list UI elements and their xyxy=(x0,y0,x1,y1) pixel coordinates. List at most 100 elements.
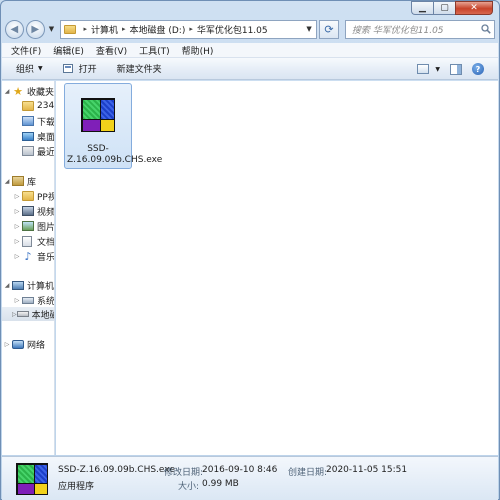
system-drive-icon xyxy=(22,296,34,304)
chevron-right-icon[interactable]: ▷ xyxy=(12,297,22,304)
refresh-icon: ⟳ xyxy=(324,22,334,36)
ssd-z-app-icon xyxy=(81,98,115,132)
chevron-right-icon[interactable]: ▷ xyxy=(12,193,22,200)
view-controls: ▼ ? xyxy=(417,63,484,75)
details-filename: SSD-Z.16.09.09b.CHS.exe xyxy=(58,465,175,475)
tree-drive-d[interactable]: ▷ 本地磁盘 (D:) xyxy=(2,307,54,321)
breadcrumb-current-folder[interactable]: 华军优化包11.05 xyxy=(197,23,268,36)
view-options-dropdown[interactable]: ▼ xyxy=(435,66,440,73)
details-modified-label: 修改日期: xyxy=(164,468,204,478)
open-button[interactable]: 打开 xyxy=(62,62,97,75)
menu-tools[interactable]: 工具(T) xyxy=(139,44,170,57)
menu-edit[interactable]: 编辑(E) xyxy=(53,44,84,57)
ssd-z-app-icon xyxy=(16,463,48,495)
menu-file[interactable]: 文件(F) xyxy=(11,44,41,57)
new-folder-button[interactable]: 新建文件夹 xyxy=(117,62,162,75)
organize-button[interactable]: 组织 ▼ xyxy=(16,62,43,75)
address-dropdown-button[interactable]: ▼ xyxy=(302,25,316,33)
search-input[interactable]: 搜索 华军优化包11.05 xyxy=(344,19,496,39)
breadcrumb-drive-d[interactable]: 本地磁盘 (D:) xyxy=(129,23,185,36)
minimize-button[interactable]: ▁ xyxy=(411,1,433,15)
tree-lib-pp-video[interactable]: ▷ PP视频 xyxy=(2,189,54,203)
chevron-right-icon[interactable]: ▷ xyxy=(12,208,22,215)
tree-libraries[interactable]: ◢ 库 xyxy=(2,174,36,188)
tree-network[interactable]: ▷ 网络 xyxy=(2,337,45,351)
details-pane: SSD-Z.16.09.09b.CHS.exe 应用程序 修改日期: 2016-… xyxy=(2,456,498,500)
tree-fav-234[interactable]: 234 xyxy=(2,99,54,113)
organize-label: 组织 xyxy=(16,65,35,75)
chevron-right-icon[interactable]: ▷ xyxy=(2,341,12,348)
chevron-right-icon[interactable]: ▷ xyxy=(12,253,22,260)
open-icon xyxy=(62,64,73,73)
chevron-down-icon[interactable]: ◢ xyxy=(2,178,12,185)
refresh-button[interactable]: ⟳ xyxy=(319,19,339,39)
tree-fav-desktop[interactable]: 桌面 xyxy=(2,129,54,143)
menu-bar: 文件(F) 编辑(E) 查看(V) 工具(T) 帮助(H) xyxy=(2,43,498,58)
open-label: 打开 xyxy=(78,65,97,75)
chevron-right-icon[interactable]: ▸ xyxy=(83,25,87,33)
navigation-pane[interactable]: ◢ ★ 收藏夹 234 下载 桌面 最近访问的位置 ◢ 库 ▷ PP视频 xyxy=(2,81,55,455)
tree-drive-c[interactable]: ▷ 系统 (C:) xyxy=(2,293,54,307)
folder-icon xyxy=(64,24,77,34)
navigation-row: ◀ ▶ ▼ ▸ 计算机 ▸ 本地磁盘 (D:) ▸ 华军优化包11.05 ▼ ⟳… xyxy=(5,18,496,40)
new-folder-label: 新建文件夹 xyxy=(116,65,162,75)
maximize-icon: ▢ xyxy=(440,3,449,13)
breadcrumb-computer[interactable]: 计算机 xyxy=(91,23,118,36)
chevron-right-icon[interactable]: ▷ xyxy=(12,238,22,245)
tree-fav-recent[interactable]: 最近访问的位置 xyxy=(2,144,54,158)
caption-buttons: ▁ ▢ ✕ xyxy=(411,1,493,15)
library-icon xyxy=(12,176,24,186)
picture-library-icon xyxy=(22,221,34,231)
forward-arrow-icon: ▶ xyxy=(31,23,40,35)
search-icon[interactable] xyxy=(478,21,494,38)
search-placeholder: 搜索 华军优化包11.05 xyxy=(351,25,444,36)
desktop-icon xyxy=(22,131,34,141)
menu-help[interactable]: 帮助(H) xyxy=(182,44,214,57)
details-created-label: 创建日期: xyxy=(288,468,328,478)
change-view-icon[interactable] xyxy=(417,64,430,74)
close-icon: ✕ xyxy=(470,3,478,13)
details-modified-value: 2016-09-10 8:46 xyxy=(202,465,278,475)
close-button[interactable]: ✕ xyxy=(455,1,493,15)
details-size-value: 0.99 MB xyxy=(202,479,239,489)
tree-fav-downloads[interactable]: 下载 xyxy=(2,114,54,128)
details-size-label: 大小: xyxy=(178,482,200,492)
computer-icon xyxy=(12,280,24,290)
video-library-icon xyxy=(22,206,34,216)
drive-icon xyxy=(16,311,29,317)
recent-pages-dropdown[interactable]: ▼ xyxy=(47,25,57,33)
back-button[interactable]: ◀ xyxy=(5,19,24,39)
file-name: SSD-Z.16.09.09b.CHS.exe xyxy=(67,144,163,165)
explorer-window: ▁ ▢ ✕ ◀ ▶ ▼ ▸ 计算机 ▸ 本地磁盘 (D:) ▸ 华军优化包11.… xyxy=(0,0,500,500)
network-icon xyxy=(12,339,24,349)
chevron-down-icon[interactable]: ◢ xyxy=(2,88,12,95)
details-type: 应用程序 xyxy=(58,482,95,492)
maximize-button[interactable]: ▢ xyxy=(433,1,455,15)
tree-lib-pictures[interactable]: ▷ 图片 xyxy=(2,219,54,233)
minimize-icon: ▁ xyxy=(419,3,426,13)
recent-places-icon xyxy=(22,146,34,156)
forward-button[interactable]: ▶ xyxy=(25,19,45,39)
chevron-down-icon[interactable]: ◢ xyxy=(2,282,12,289)
tree-computer[interactable]: ◢ 计算机 xyxy=(2,278,54,292)
chevron-right-icon[interactable]: ▸ xyxy=(122,25,126,33)
address-bar[interactable]: ▸ 计算机 ▸ 本地磁盘 (D:) ▸ 华军优化包11.05 ▼ xyxy=(60,19,318,39)
tree-lib-music[interactable]: ▷ ♪ 音乐 xyxy=(2,249,54,263)
back-arrow-icon: ◀ xyxy=(10,23,19,35)
music-note-icon: ♪ xyxy=(24,249,32,263)
help-icon[interactable]: ? xyxy=(472,63,484,75)
menu-view[interactable]: 查看(V) xyxy=(96,44,127,57)
preview-pane-icon[interactable] xyxy=(450,63,462,75)
chevron-right-icon[interactable]: ▸ xyxy=(189,25,193,33)
tree-lib-videos[interactable]: ▷ 视频 xyxy=(2,204,54,218)
file-item[interactable]: SSD-Z.16.09.09b.CHS.exe xyxy=(64,83,163,169)
chevron-right-icon[interactable]: ▷ xyxy=(12,223,22,230)
file-list-area[interactable]: SSD-Z.16.09.09b.CHS.exe xyxy=(56,81,498,455)
tree-favorites[interactable]: ◢ ★ 收藏夹 xyxy=(2,84,54,98)
folder-icon xyxy=(22,101,34,111)
folder-icon xyxy=(22,191,34,201)
details-created-value: 2020-11-05 15:51 xyxy=(326,465,408,475)
star-icon: ★ xyxy=(13,84,23,98)
document-library-icon xyxy=(22,235,32,247)
tree-lib-documents[interactable]: ▷ 文档 xyxy=(2,234,54,248)
